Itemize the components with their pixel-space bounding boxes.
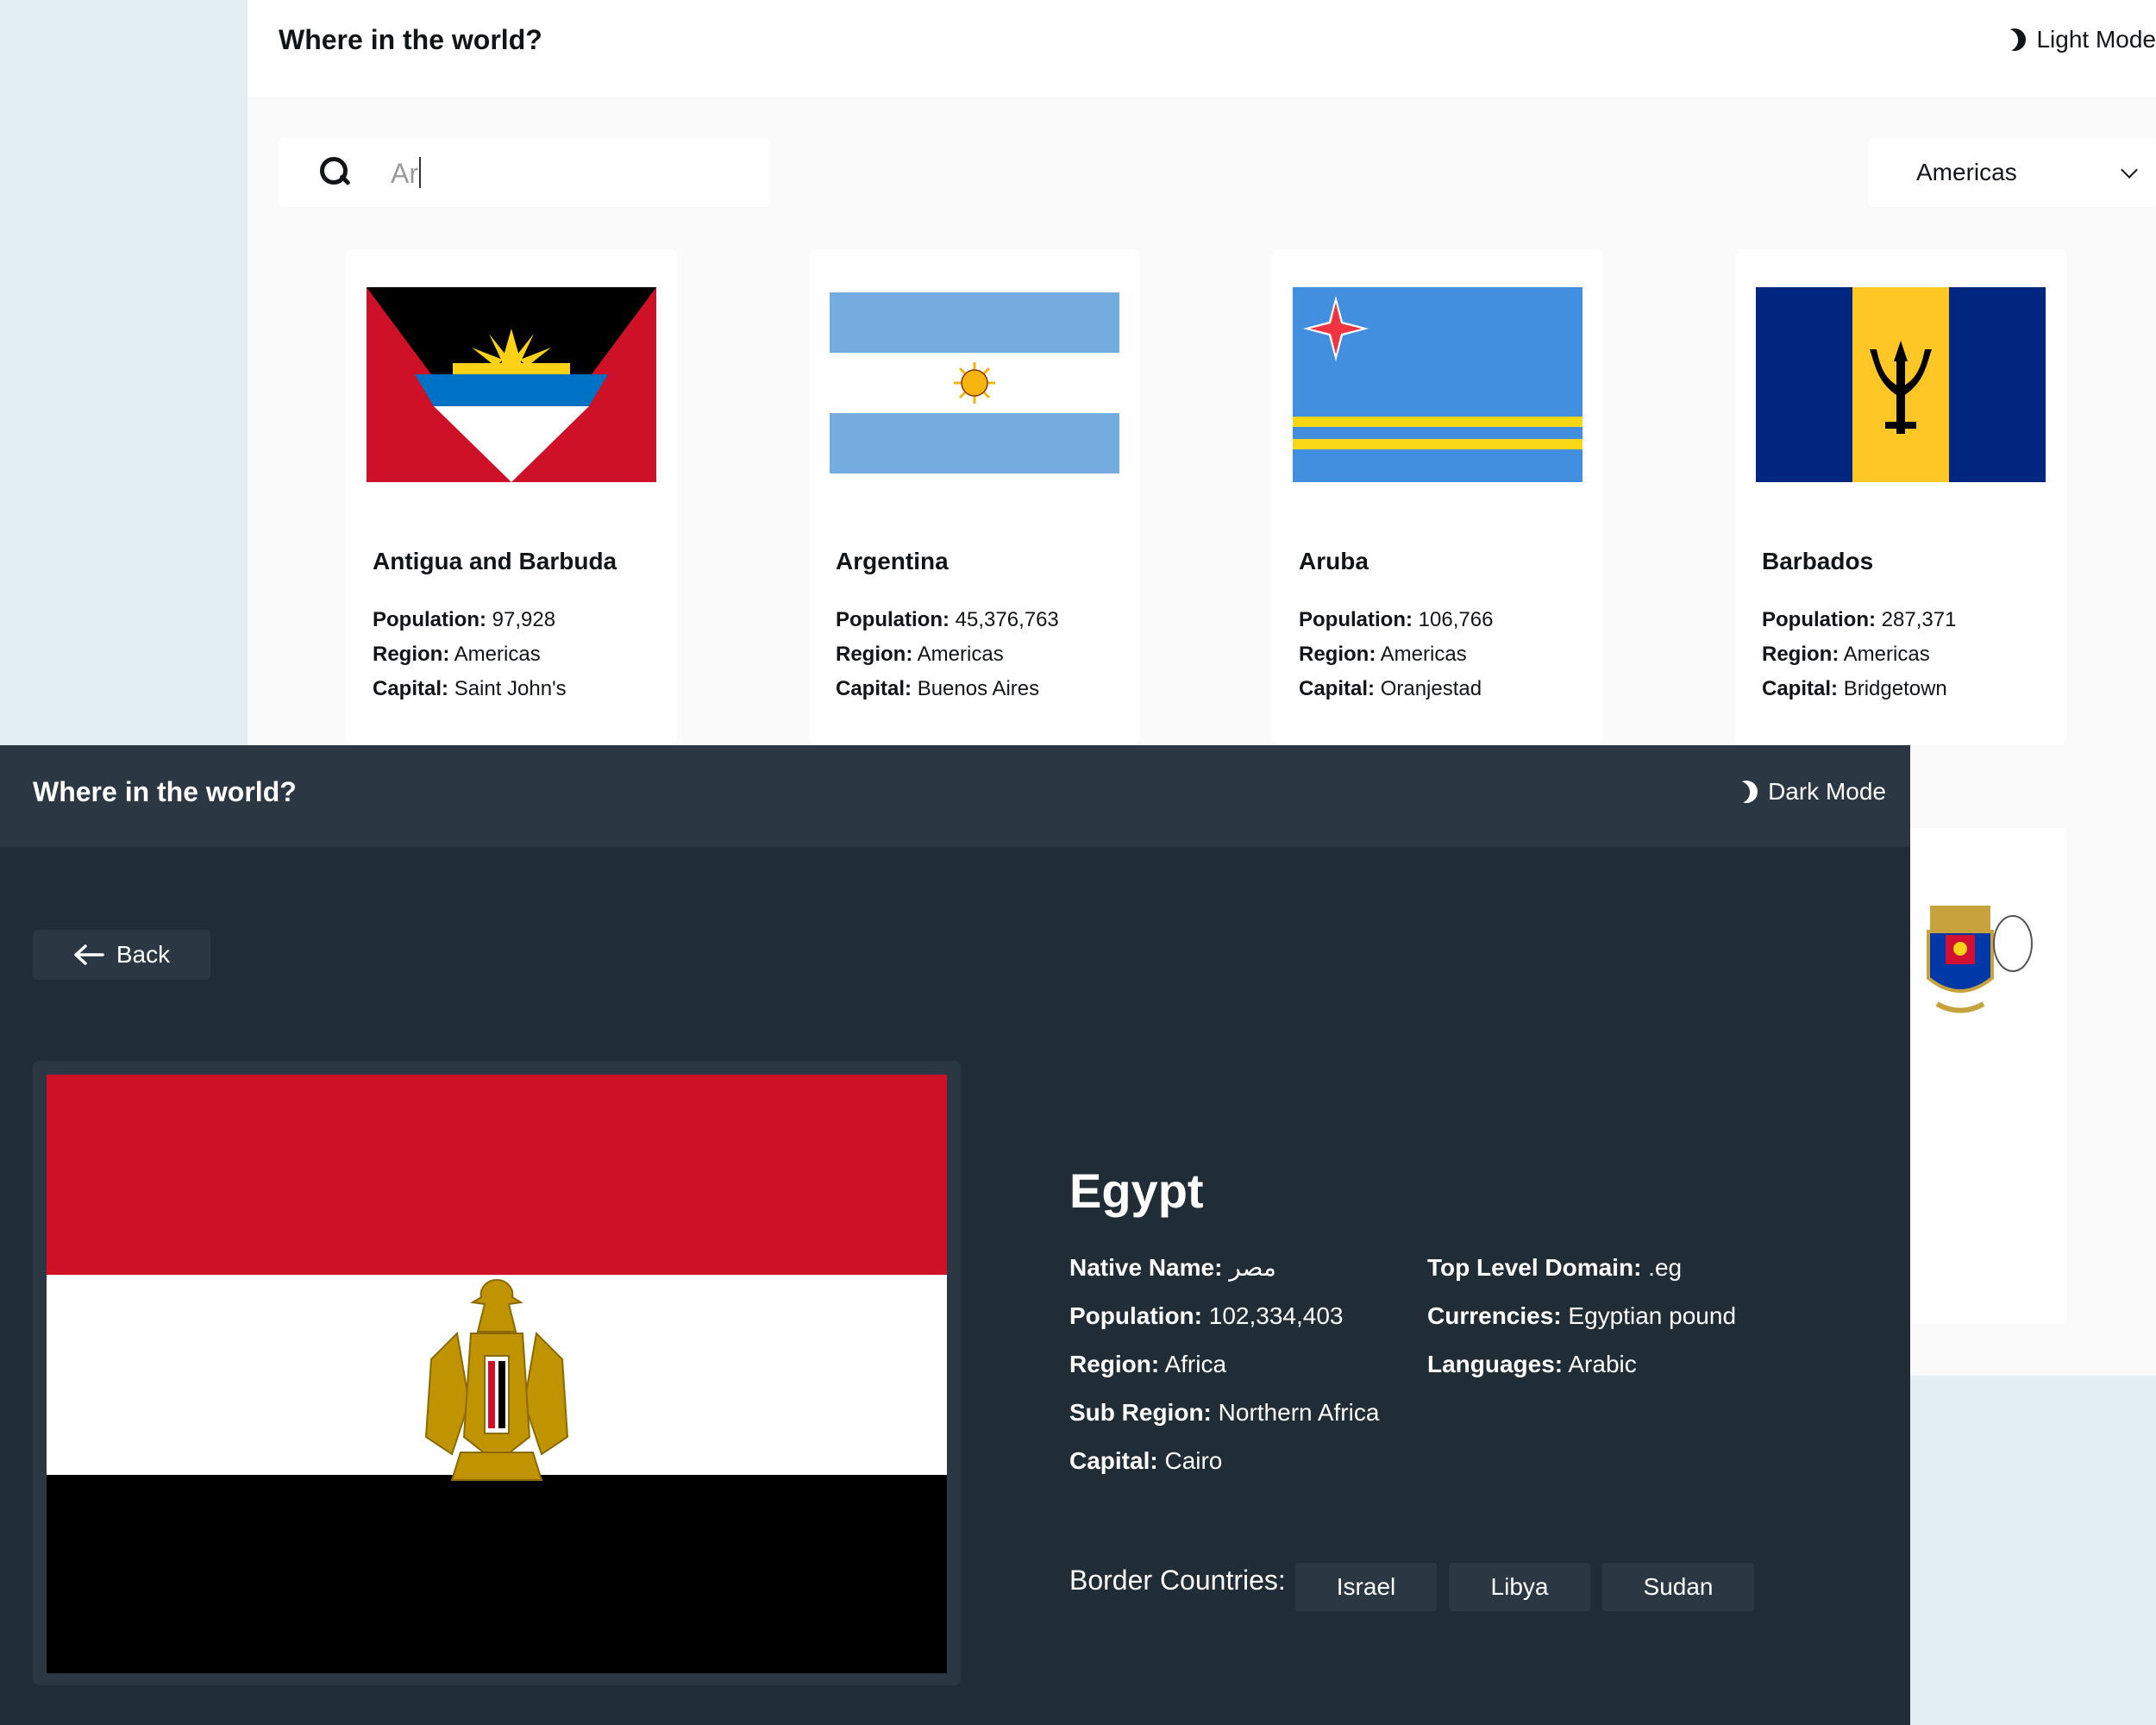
dark-mode-screen: Where in the world? Dark Mode Back Egypt… (0, 745, 1910, 1725)
region-filter-select[interactable]: Americas (1868, 138, 2156, 207)
country-card[interactable]: Barbados Population: 287,371 Region: Ame… (1735, 249, 2066, 745)
region-value: Americas (1843, 643, 1930, 666)
detail-languages: Languages: Arabic (1427, 1351, 1637, 1377)
capital-label: Capital: (1762, 677, 1839, 700)
population-value: 45,376,763 (955, 608, 1059, 631)
theme-toggle[interactable]: Dark Mode (1735, 778, 1886, 806)
population-label: Population: (836, 608, 950, 631)
brand-title[interactable]: Where in the world? (33, 776, 297, 808)
region-value: Americas (1380, 643, 1467, 666)
country-flag-frame (33, 1061, 961, 1685)
region-label: Region: (373, 643, 450, 666)
country-card[interactable]: Aruba Population: 106,766 Region: Americ… (1272, 249, 1603, 745)
moon-icon (2000, 24, 2031, 55)
detail-region: Region: Africa (1069, 1351, 1227, 1377)
flag-egypt (47, 1075, 947, 1673)
region-label: Region: (1299, 643, 1376, 666)
capital-value: Bridgetown (1843, 677, 1947, 700)
detail-sub-region: Sub Region: Northern Africa (1069, 1399, 1380, 1426)
border-countries-label: Border Countries: (1069, 1565, 1286, 1596)
population-label: Population: (1762, 608, 1876, 631)
detail-capital: Capital: Cairo (1069, 1447, 1223, 1474)
country-name: Antigua and Barbuda (373, 548, 617, 574)
capital-value: Buenos Aires (917, 677, 1040, 700)
flag-antigua-and-barbuda (367, 287, 656, 482)
capital-label: Capital: (1299, 677, 1376, 700)
light-header: Where in the world? Light Mode (248, 0, 2156, 97)
capital-label: Capital: (836, 677, 912, 700)
country-facts: Population: 45,376,763 Region: Americas … (836, 603, 1059, 706)
chevron-down-icon (2121, 161, 2138, 179)
arrow-left-icon (74, 944, 104, 965)
capital-label: Capital: (373, 677, 449, 700)
detail-native-name: Native Name: مصر (1069, 1254, 1276, 1281)
border-country-chip[interactable]: Sudan (1602, 1563, 1754, 1611)
country-facts: Population: 97,928 Region: Americas Capi… (373, 603, 567, 706)
region-value: Americas (454, 643, 541, 666)
country-details-primary: Native Name: مصر Population: 102,334,403… (1069, 1244, 1379, 1485)
region-label: Region: (836, 643, 913, 666)
search-input[interactable]: Ar (279, 138, 770, 207)
country-title: Egypt (1069, 1164, 1204, 1218)
theme-toggle-label: Light Mode (2036, 26, 2156, 53)
country-facts: Population: 106,766 Region: Americas Cap… (1299, 603, 1493, 706)
capital-value: Saint John's (454, 677, 567, 700)
border-country-chip[interactable]: Israel (1295, 1563, 1437, 1611)
detail-currencies: Currencies: Egyptian pound (1427, 1302, 1737, 1329)
flag-argentina (830, 287, 1119, 482)
search-input-value: Ar (391, 157, 421, 190)
back-button-label: Back (116, 941, 171, 968)
country-card[interactable]: Argentina Population: 45,376,763 Region:… (809, 249, 1140, 745)
region-label: Region: (1762, 643, 1839, 666)
country-card[interactable]: Antigua and Barbuda Population: 97,928 R… (346, 249, 677, 745)
region-filter-value: Americas (1916, 159, 2017, 185)
brand-title[interactable]: Where in the world? (279, 24, 542, 56)
search-icon (318, 155, 353, 190)
back-button[interactable]: Back (33, 930, 210, 980)
country-name: Barbados (1762, 548, 1874, 574)
country-details-secondary: Top Level Domain: .eg Currencies: Egypti… (1427, 1244, 1736, 1389)
dark-header: Where in the world? Dark Mode (0, 745, 1910, 847)
region-value: Americas (917, 643, 1004, 666)
population-label: Population: (1299, 608, 1413, 631)
population-value: 106,766 (1418, 608, 1494, 631)
theme-toggle-label: Dark Mode (1768, 778, 1886, 805)
country-name: Aruba (1299, 548, 1369, 574)
detail-population: Population: 102,334,403 (1069, 1302, 1344, 1329)
capital-value: Oranjestad (1380, 677, 1482, 700)
flag-barbados (1756, 287, 2046, 482)
moon-icon (1731, 776, 1762, 807)
detail-top-level-domain: Top Level Domain: .eg (1427, 1254, 1683, 1281)
country-name: Argentina (836, 548, 949, 574)
population-value: 97,928 (492, 608, 556, 631)
theme-toggle[interactable]: Light Mode (2003, 26, 2156, 53)
country-facts: Population: 287,371 Region: Americas Cap… (1762, 603, 1956, 706)
population-value: 287,371 (1881, 608, 1957, 631)
border-country-chip[interactable]: Libya (1449, 1563, 1590, 1611)
population-label: Population: (373, 608, 486, 631)
flag-aruba (1293, 287, 1583, 482)
